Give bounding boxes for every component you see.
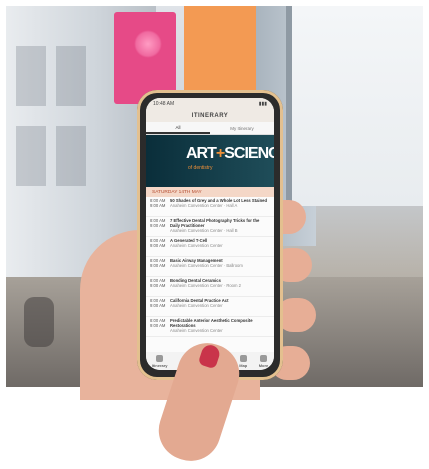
session-item[interactable]: 8:00 AM 9:00 AM Bonding Dental Ceramics An… bbox=[146, 277, 274, 297]
smartphone: 10:48 AM ▮▮▮ ITINERARY All My Itinerary … bbox=[137, 90, 283, 380]
event-hero-banner: ART+SCIENCE of dentistry bbox=[146, 135, 274, 187]
bottom-navigation: Itinerary Exhibitors Speakers Map More bbox=[146, 352, 274, 370]
session-item[interactable]: 8:00 AM 9:00 AM A Generated T-Cell Anaheim… bbox=[146, 237, 274, 257]
session-item[interactable]: 8:00 AM 9:00 AM 50 Shades of Grey and a W… bbox=[146, 197, 274, 217]
tab-my-itinerary[interactable]: My Itinerary bbox=[210, 122, 274, 134]
day-header: SATURDAY 14TH MAY bbox=[146, 187, 274, 197]
calendar-icon bbox=[156, 354, 164, 362]
session-item[interactable]: 8:00 AM 9:00 AM 7 Effective Dental Photog… bbox=[146, 217, 274, 237]
screen-title: ITINERARY bbox=[146, 110, 274, 122]
status-bar: 10:48 AM ▮▮▮ bbox=[146, 98, 274, 110]
session-item[interactable]: 8:00 AM 9:00 AM Basic Airway Management An… bbox=[146, 257, 274, 277]
map-icon bbox=[239, 354, 247, 362]
nav-more[interactable]: More bbox=[259, 354, 268, 368]
blurred-person bbox=[24, 297, 54, 347]
session-item[interactable]: 8:00 AM 9:00 AM California Dental Practic… bbox=[146, 297, 274, 317]
more-icon bbox=[259, 354, 267, 362]
orange-banner bbox=[184, 6, 256, 102]
hero-title: ART+SCIENCE bbox=[186, 145, 274, 162]
signal-icon: ▮▮▮ bbox=[258, 101, 267, 107]
tab-all[interactable]: All bbox=[146, 122, 210, 134]
nav-itinerary[interactable]: Itinerary bbox=[152, 354, 168, 368]
hero-subtitle: of dentistry bbox=[188, 165, 213, 171]
nav-speakers[interactable]: Speakers bbox=[210, 354, 228, 368]
microphone-icon bbox=[215, 354, 223, 362]
nav-map[interactable]: Map bbox=[239, 354, 247, 368]
phone-screen: 10:48 AM ▮▮▮ ITINERARY All My Itinerary … bbox=[146, 98, 274, 370]
people-icon bbox=[185, 354, 193, 362]
status-time: 10:48 AM bbox=[153, 101, 175, 107]
itinerary-tabs: All My Itinerary bbox=[146, 122, 274, 135]
nav-exhibitors[interactable]: Exhibitors bbox=[179, 354, 199, 368]
session-item[interactable]: 8:00 AM 9:00 AM Predictable Anterior Aest… bbox=[146, 317, 274, 337]
